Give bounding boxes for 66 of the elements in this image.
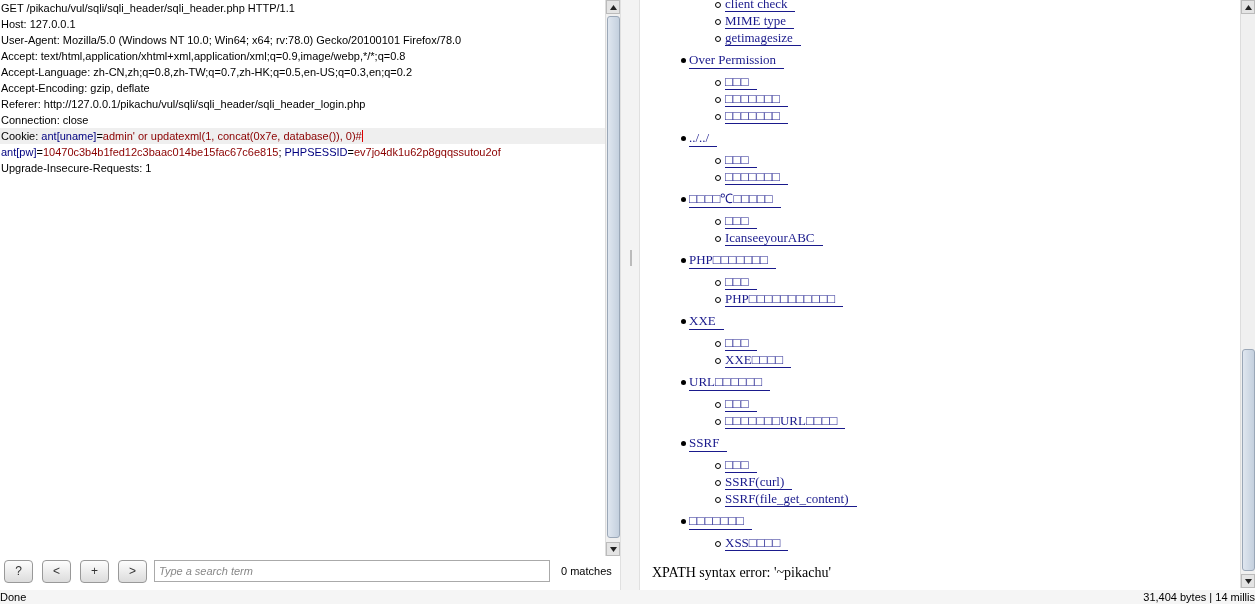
bullet-icon [681,58,686,63]
status-info: 31,404 bytes | 14 millis [1143,591,1255,604]
menu-sublink[interactable]: MIME type [725,14,795,29]
request-line: Accept-Encoding: gzip, deflate [0,81,151,96]
add-button[interactable]: + [80,559,109,583]
menu-sublink[interactable]: □□□ [725,336,757,351]
scroll-up-button[interactable] [606,0,620,14]
bullet-icon [681,197,686,202]
previous-button[interactable]: < [42,559,71,583]
scrollbar[interactable] [1240,0,1255,588]
menu-sublink[interactable]: □□□ [725,275,757,290]
menu-sublink[interactable]: □□□ [725,397,757,412]
bullet-icon [681,441,686,446]
scroll-down-button[interactable] [1241,574,1255,588]
down-arrow-icon [1244,578,1252,584]
bullet-icon [681,519,686,524]
menu-sublink[interactable]: □□□□□□□URL□□□□ [725,414,846,429]
menu-sublink[interactable]: SSRF(file_get_content) [725,492,857,507]
request-line: Host: 127.0.0.1 [0,17,77,32]
bullet-icon [681,319,686,324]
down-arrow-icon [609,546,617,552]
error-message: XPATH syntax error: '~pikachu' [652,565,832,581]
menu-link[interactable]: SSRF [689,434,728,452]
menu-link[interactable]: □□□□℃□□□□□ [689,190,781,208]
status-text: Done [0,591,27,604]
menu-sublink[interactable]: □□□□□□□ [725,92,788,107]
menu-sublink[interactable]: □□□□□□□ [725,170,788,185]
menu-sublink[interactable]: XXE□□□□ [725,353,792,368]
menu-sublink[interactable]: PHP□□□□□□□□□□□ [725,292,844,307]
splitter-handle[interactable] [630,250,632,266]
match-count: 0 matches [561,565,612,577]
menu-sublink[interactable]: □□□ [725,153,757,168]
menu-sublink[interactable]: □□□ [725,214,757,229]
help-button[interactable]: ? [4,559,33,583]
menu-sublink[interactable]: IcanseeyourABC [725,231,823,246]
request-line: Accept: text/html,application/xhtml+xml,application/xml;q=0.9,image/webp,*/*;q=0.8 [0,49,407,64]
bullet-icon [681,258,686,263]
menu-sublink[interactable]: □□□ [725,75,757,90]
menu-link[interactable]: ../../ [689,129,718,147]
scroll-thumb[interactable] [1241,349,1255,571]
menu-sublink[interactable]: XSS□□□□ [725,536,789,551]
request-line: ant[pw]=10470c3b4b1fed12c3baac014be15fac67c6e815; PHPSESSID=ev7jo4dk1u62p8gqqssutou2of [0,145,502,160]
request-line: Accept-Language: zh-CN,zh;q=0.8,zh-TW;q=0.7,zh-HK;q=0.5,en-US;q=0.3,en;q=0.2 [0,65,414,80]
bullet-icon [681,380,686,385]
menu-sublink[interactable]: getimagesize [725,31,801,46]
menu-link[interactable]: URL□□□□□□ [689,373,771,391]
up-arrow-icon [1244,4,1252,10]
menu-link[interactable]: □□□□□□□ [689,512,752,530]
scroll-up-button[interactable] [1241,0,1255,14]
menu-link[interactable]: XXE [689,312,724,330]
request-line: Upgrade-Insecure-Requests: 1 [0,161,153,176]
scroll-down-button[interactable] [606,542,620,556]
menu-sublink[interactable]: □□□□□□□ [725,109,788,124]
menu-link[interactable]: PHP□□□□□□□ [689,251,776,269]
request-line: GET /pikachu/vul/sqli/sqli_header/sqli_header.php HTTP/1.1 [0,1,296,16]
menu-sublink[interactable]: SSRF(curl) [725,475,793,490]
text-cursor [361,130,363,142]
request-line: User-Agent: Mozilla/5.0 (Windows NT 10.0; Win64; x64; rv:78.0) Gecko/20100101 Firefox/78.0 [0,33,463,48]
request-line: Referer: http://127.0.0.1/pikachu/vul/sqli/sqli_header/sqli_header_login.php [0,97,367,112]
request-line: Connection: close [0,113,90,128]
next-button[interactable]: > [118,559,147,583]
menu-sublink[interactable]: □□□ [725,458,757,473]
bullet-icon [681,136,686,141]
search-field[interactable]: Type a search term [154,560,550,582]
menu-link[interactable]: Over Permission [689,51,785,69]
up-arrow-icon [609,4,617,10]
